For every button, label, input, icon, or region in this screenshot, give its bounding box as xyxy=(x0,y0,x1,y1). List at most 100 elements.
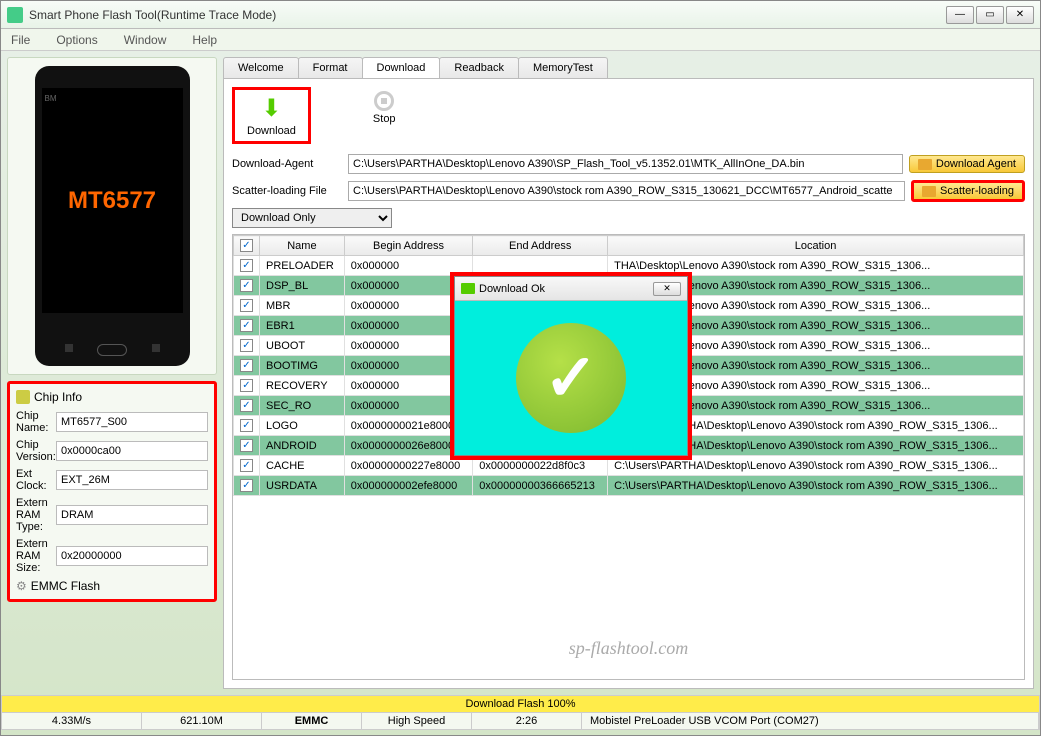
check-all[interactable]: ✓ xyxy=(240,239,253,252)
row-name: PRELOADER xyxy=(260,256,345,276)
dialog-close-button[interactable]: ✕ xyxy=(653,282,681,296)
status-size: 621.10M xyxy=(142,713,262,729)
row-checkbox[interactable]: ✓ xyxy=(240,379,253,392)
phone-bm-label: BM xyxy=(45,94,57,103)
close-button[interactable]: ✕ xyxy=(1006,6,1034,24)
status-port: Mobistel PreLoader USB VCOM Port (COM27) xyxy=(582,713,1039,729)
row-location: C:\Users\PARTHA\Desktop\Lenovo A390\stoc… xyxy=(608,476,1024,496)
scatter-loading-button[interactable]: Scatter-loading xyxy=(911,180,1025,202)
row-checkbox[interactable]: ✓ xyxy=(240,319,253,332)
phone-left-btn xyxy=(65,344,73,352)
ram-type-value xyxy=(56,505,208,525)
row-name: ANDROID xyxy=(260,436,345,456)
stop-button[interactable]: Stop xyxy=(361,87,408,144)
chip-info-header: Chip Info xyxy=(34,390,82,404)
titlebar: Smart Phone Flash Tool(Runtime Trace Mod… xyxy=(1,1,1040,29)
col-name[interactable]: Name xyxy=(260,236,345,256)
stop-label: Stop xyxy=(373,113,396,125)
download-agent-button[interactable]: Download Agent xyxy=(909,155,1025,173)
row-checkbox[interactable]: ✓ xyxy=(240,259,253,272)
folder-icon xyxy=(922,186,936,197)
row-checkbox[interactable]: ✓ xyxy=(240,459,253,472)
tab-download[interactable]: Download xyxy=(362,57,441,78)
row-name: MBR xyxy=(260,296,345,316)
table-row[interactable]: ✓ PRELOADER 0x000000 THA\Desktop\Lenovo … xyxy=(234,256,1024,276)
download-ok-dialog: Download Ok ✕ ✓ xyxy=(454,276,688,456)
tab-readback[interactable]: Readback xyxy=(439,57,519,78)
row-name: SEC_RO xyxy=(260,396,345,416)
row-begin: 0x00000000227e8000 xyxy=(344,456,472,476)
phone-right-btn xyxy=(152,344,160,352)
minimize-button[interactable]: — xyxy=(946,6,974,24)
row-checkbox[interactable]: ✓ xyxy=(240,339,253,352)
col-end[interactable]: End Address xyxy=(473,236,608,256)
watermark-text: sp-flashtool.com xyxy=(569,638,689,659)
row-name: LOGO xyxy=(260,416,345,436)
row-checkbox[interactable]: ✓ xyxy=(240,439,253,452)
row-name: RECOVERY xyxy=(260,376,345,396)
row-checkbox[interactable]: ✓ xyxy=(240,279,253,292)
row-end xyxy=(473,256,608,276)
download-label: Download xyxy=(247,125,296,137)
col-begin[interactable]: Begin Address xyxy=(344,236,472,256)
phone-preview: BM MT6577 xyxy=(7,57,217,375)
ram-size-value xyxy=(56,546,208,566)
row-location: THA\Desktop\Lenovo A390\stock rom A390_R… xyxy=(608,256,1024,276)
table-row[interactable]: ✓ CACHE 0x00000000227e8000 0x0000000022d… xyxy=(234,456,1024,476)
col-location[interactable]: Location xyxy=(608,236,1024,256)
folder-icon xyxy=(918,159,932,170)
stop-icon xyxy=(374,91,394,111)
progress-bar: Download Flash 100% xyxy=(1,695,1040,713)
row-checkbox[interactable]: ✓ xyxy=(240,399,253,412)
row-checkbox[interactable]: ✓ xyxy=(240,299,253,312)
row-checkbox[interactable]: ✓ xyxy=(240,359,253,372)
status-speed: 4.33M/s xyxy=(2,713,142,729)
menu-options[interactable]: Options xyxy=(50,31,103,49)
ext-clock-label: Ext Clock: xyxy=(16,468,56,492)
tab-format[interactable]: Format xyxy=(298,57,363,78)
tab-welcome[interactable]: Welcome xyxy=(223,57,299,78)
menu-help[interactable]: Help xyxy=(186,31,223,49)
row-begin: 0x000000 xyxy=(344,256,472,276)
scatter-file-input[interactable] xyxy=(348,181,905,201)
tab-strip: Welcome Format Download Readback MemoryT… xyxy=(223,57,1034,78)
row-name: UBOOT xyxy=(260,336,345,356)
gear-icon: ⚙ xyxy=(16,579,27,593)
maximize-button[interactable]: ▭ xyxy=(976,6,1004,24)
scatter-file-label: Scatter-loading File xyxy=(232,185,342,197)
chip-model-text: MT6577 xyxy=(68,187,156,215)
statusbar: Download Flash 100% 4.33M/s 621.10M EMMC… xyxy=(1,695,1040,731)
download-mode-select[interactable]: Download Only xyxy=(232,208,392,228)
chip-version-value xyxy=(56,441,208,461)
ram-size-label: Extern RAM Size: xyxy=(16,538,56,574)
app-icon xyxy=(7,7,23,23)
emmc-flash-label[interactable]: EMMC Flash xyxy=(31,579,100,593)
status-storage: EMMC xyxy=(262,713,362,729)
download-agent-input[interactable] xyxy=(348,154,903,174)
download-button[interactable]: ⬇ Download xyxy=(232,87,311,144)
status-time: 2:26 xyxy=(472,713,582,729)
chip-name-value xyxy=(56,412,208,432)
row-name: EBR1 xyxy=(260,316,345,336)
chip-info-panel: Chip Info Chip Name: Chip Version: Ext C… xyxy=(7,381,217,602)
row-name: CACHE xyxy=(260,456,345,476)
chip-name-label: Chip Name: xyxy=(16,410,56,434)
status-mode: High Speed xyxy=(362,713,472,729)
menu-window[interactable]: Window xyxy=(118,31,173,49)
phone-home-btn xyxy=(97,344,127,356)
ram-type-label: Extern RAM Type: xyxy=(16,497,56,533)
row-checkbox[interactable]: ✓ xyxy=(240,479,253,492)
dialog-icon xyxy=(461,283,475,294)
row-name: DSP_BL xyxy=(260,276,345,296)
app-window: Smart Phone Flash Tool(Runtime Trace Mod… xyxy=(0,0,1041,736)
menubar: File Options Window Help xyxy=(1,29,1040,51)
row-name: BOOTIMG xyxy=(260,356,345,376)
row-end: 0x0000000022d8f0c3 xyxy=(473,456,608,476)
window-title: Smart Phone Flash Tool(Runtime Trace Mod… xyxy=(29,8,946,22)
chip-version-label: Chip Version: xyxy=(16,439,56,463)
tab-memorytest[interactable]: MemoryTest xyxy=(518,57,608,78)
menu-file[interactable]: File xyxy=(5,31,36,49)
row-checkbox[interactable]: ✓ xyxy=(240,419,253,432)
ext-clock-value xyxy=(56,470,208,490)
table-row[interactable]: ✓ USRDATA 0x000000002efe8000 0x000000003… xyxy=(234,476,1024,496)
